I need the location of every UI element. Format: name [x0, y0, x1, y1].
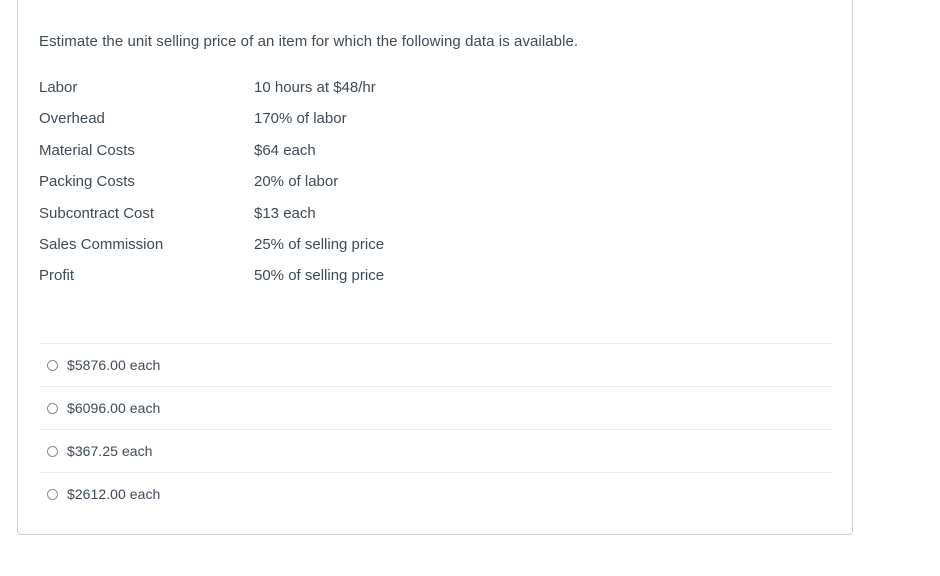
data-value: 170% of labor [254, 110, 347, 128]
data-label: Labor [39, 79, 78, 96]
given-data-table: Labor 10 hours at $48/hr Overhead 170% o… [39, 72, 599, 292]
answer-option-1[interactable]: $5876.00 each [39, 343, 833, 386]
radio-button-icon[interactable] [47, 359, 58, 371]
data-label: Overhead [39, 110, 105, 128]
answer-option-2[interactable]: $6096.00 each [39, 386, 833, 429]
answer-options-list: $5876.00 each $6096.00 each $367.25 each… [39, 343, 833, 515]
question-prompt: Estimate the unit selling price of an it… [39, 33, 579, 50]
data-value: 25% of selling price [254, 235, 385, 253]
data-value: $64 each [254, 141, 316, 159]
radio-button-icon[interactable] [47, 445, 58, 457]
answer-option-label: $5876.00 each [67, 357, 161, 373]
data-label: Profit [39, 267, 75, 285]
radio-button-icon[interactable] [47, 488, 58, 500]
data-label: Sales Commission [39, 235, 164, 253]
question-card-body: Estimate the unit selling price of an it… [18, 0, 852, 534]
answer-option-3[interactable]: $367.25 each [39, 429, 833, 472]
table-row: Profit 50% of selling price [39, 260, 599, 291]
radio-button-icon[interactable] [47, 402, 58, 414]
data-value: 50% of selling price [254, 267, 385, 285]
data-label: Packing Costs [39, 173, 135, 191]
table-row: Sales Commission 25% of selling price [39, 229, 599, 260]
table-row: Overhead 170% of labor [39, 103, 599, 134]
answer-option-4[interactable]: $2612.00 each [39, 472, 833, 515]
screenshot-root: Estimate the unit selling price of an it… [0, 0, 940, 576]
data-value: $13 each [254, 204, 316, 222]
data-value: 20% of labor [254, 173, 339, 191]
table-row: Labor 10 hours at $48/hr [39, 72, 599, 103]
data-value: 10 hours at $48/hr [254, 79, 376, 96]
question-card: Estimate the unit selling price of an it… [17, 0, 853, 535]
data-label: Subcontract Cost [39, 204, 155, 222]
table-row: Material Costs $64 each [39, 135, 599, 166]
answer-option-label: $367.25 each [67, 443, 153, 459]
answer-option-label: $6096.00 each [67, 400, 161, 416]
answer-option-label: $2612.00 each [67, 486, 161, 502]
data-label: Material Costs [39, 141, 135, 159]
table-row: Packing Costs 20% of labor [39, 166, 599, 197]
table-row: Subcontract Cost $13 each [39, 198, 599, 229]
